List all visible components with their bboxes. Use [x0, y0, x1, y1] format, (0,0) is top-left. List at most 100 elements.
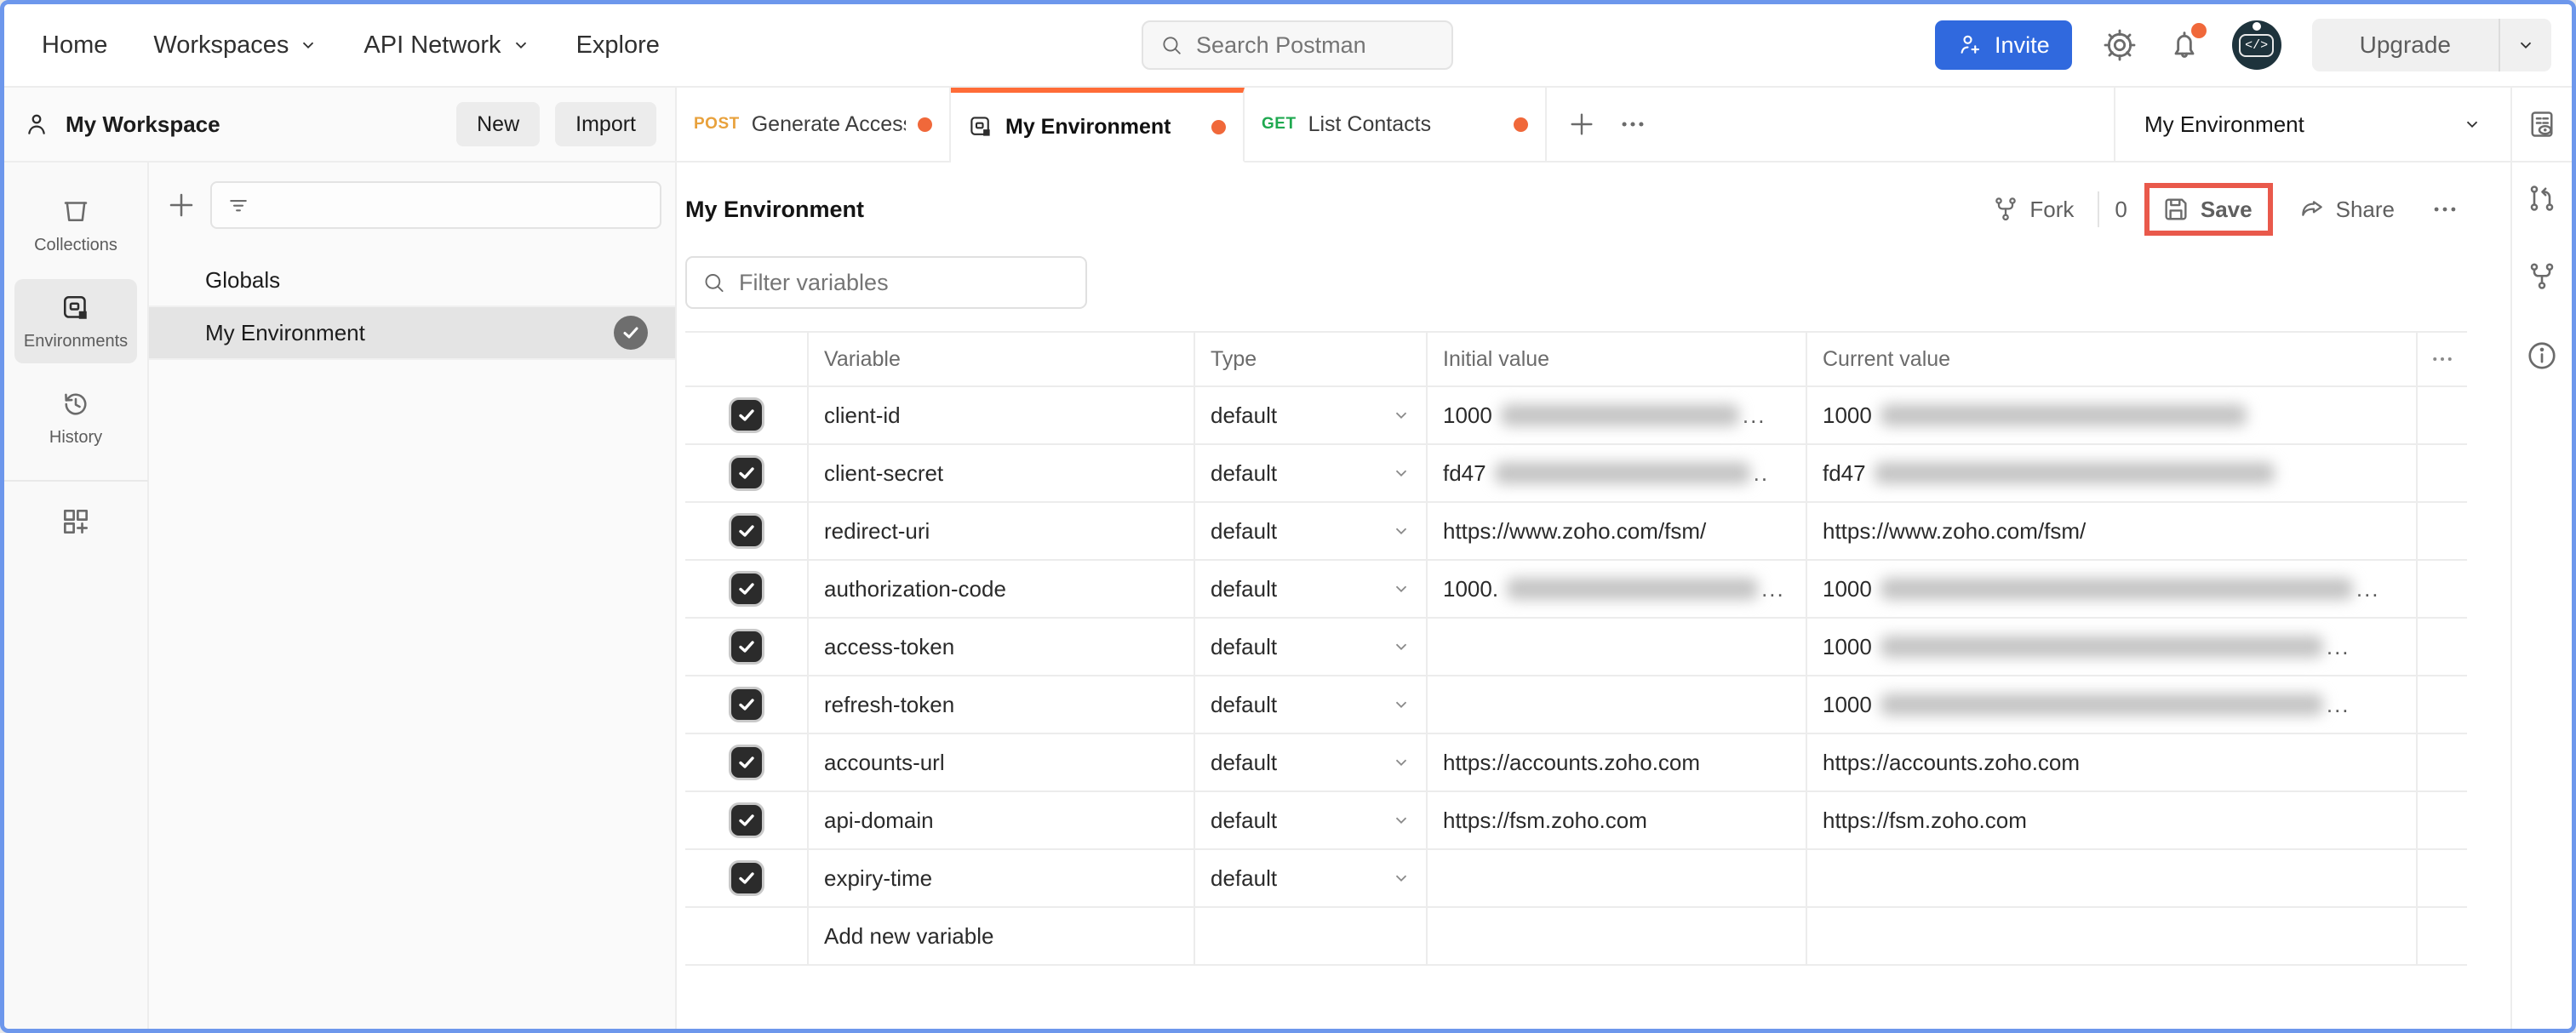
rail-divider	[3, 480, 148, 482]
row-checkbox[interactable]	[731, 631, 762, 662]
variable-type-select[interactable]: default	[1195, 445, 1428, 501]
settings-button[interactable]	[2103, 28, 2137, 62]
forks-button[interactable]	[2527, 261, 2557, 292]
variable-name-cell[interactable]: api-domain	[809, 792, 1195, 848]
sidebar-search[interactable]	[210, 181, 661, 229]
check-icon	[736, 463, 757, 483]
sidebar-item-environments[interactable]: Environments	[14, 279, 137, 363]
initial-value-cell[interactable]: https://www.zoho.com/fsm/	[1428, 503, 1807, 559]
variable-name-cell[interactable]: client-secret	[809, 445, 1195, 501]
avatar[interactable]: </>	[2232, 20, 2281, 70]
filter-variables[interactable]	[685, 256, 1087, 309]
variable-type-select[interactable]: default	[1195, 561, 1428, 617]
variable-type-select[interactable]: default	[1195, 792, 1428, 848]
initial-value-cell[interactable]: 1000...	[1428, 387, 1807, 443]
chevron-down-icon	[512, 36, 530, 54]
row-checkbox[interactable]	[731, 805, 762, 836]
row-options-cell	[2418, 503, 2467, 559]
variable-type-select[interactable]: default	[1195, 734, 1428, 790]
new-tab-button[interactable]	[1567, 110, 1596, 139]
row-checkbox[interactable]	[731, 863, 762, 893]
share-button[interactable]: Share	[2290, 189, 2403, 230]
tab-my-environment[interactable]: My Environment	[951, 88, 1245, 163]
variable-type-select[interactable]: default	[1195, 676, 1428, 733]
table-header-row: Variable Type Initial value Current valu…	[685, 333, 2467, 387]
variable-name-cell[interactable]: client-id	[809, 387, 1195, 443]
environment-selector[interactable]: My Environment	[2114, 88, 2510, 161]
chevron-down-icon	[1392, 579, 1411, 598]
row-checkbox[interactable]	[731, 400, 762, 431]
left-rail: Collections Environments History	[4, 163, 149, 1029]
row-checkbox[interactable]	[731, 747, 762, 778]
tab-options-button[interactable]	[1618, 110, 1647, 139]
columns-options-button[interactable]	[2430, 346, 2455, 372]
current-value-cell[interactable]: https://www.zoho.com/fsm/	[1807, 503, 2418, 559]
initial-value-cell[interactable]	[1428, 619, 1807, 675]
variable-name-cell[interactable]: access-token	[809, 619, 1195, 675]
upgrade-split-button: Upgrade	[2312, 19, 2551, 71]
initial-value-cell[interactable]: https://accounts.zoho.com	[1428, 734, 1807, 790]
variable-type-select[interactable]: default	[1195, 850, 1428, 906]
nav-workspaces[interactable]: Workspaces	[153, 31, 318, 60]
environment-options-button[interactable]	[2430, 195, 2459, 224]
variable-type-select[interactable]: default	[1195, 387, 1428, 443]
add-variable-row[interactable]: Add new variable	[685, 908, 2467, 966]
configure-sidebar-button[interactable]	[60, 505, 92, 538]
notifications-button[interactable]	[2167, 28, 2201, 62]
nav-home[interactable]: Home	[42, 31, 107, 60]
upgrade-button[interactable]: Upgrade	[2312, 19, 2499, 71]
environment-quick-look-button[interactable]	[2527, 109, 2557, 140]
initial-value-cell[interactable]: 1000....	[1428, 561, 1807, 617]
top-right-controls: Invite </> Upgrade	[1935, 19, 2551, 71]
filter-variables-input[interactable]	[739, 270, 1070, 296]
variable-name-cell[interactable]: expiry-time	[809, 850, 1195, 906]
row-checkbox-cell	[685, 503, 809, 559]
current-value-cell[interactable]: 1000...	[1807, 619, 2418, 675]
global-search-input[interactable]	[1196, 32, 1434, 59]
chevron-down-icon	[299, 36, 318, 54]
variable-type-select[interactable]: default	[1195, 619, 1428, 675]
tab-list-contacts[interactable]: GET List Contacts	[1245, 88, 1547, 161]
variable-name-cell[interactable]: redirect-uri	[809, 503, 1195, 559]
row-checkbox[interactable]	[731, 574, 762, 604]
invite-button[interactable]: Invite	[1935, 20, 2072, 70]
nav-api-network[interactable]: API Network	[364, 31, 530, 60]
sidebar-item-history[interactable]: History	[14, 375, 137, 459]
row-checkbox[interactable]	[731, 516, 762, 546]
current-value-cell[interactable]: 1000...	[1807, 676, 2418, 733]
initial-value-cell[interactable]	[1428, 850, 1807, 906]
variable-name-cell[interactable]: refresh-token	[809, 676, 1195, 733]
variable-name-cell[interactable]: accounts-url	[809, 734, 1195, 790]
current-value-cell[interactable]	[1807, 850, 2418, 906]
add-variable-placeholder[interactable]: Add new variable	[809, 908, 1195, 964]
new-button[interactable]: New	[456, 102, 540, 146]
pull-requests-button[interactable]	[2527, 183, 2557, 214]
current-value-cell[interactable]: https://accounts.zoho.com	[1807, 734, 2418, 790]
list-item-globals[interactable]: Globals	[149, 254, 675, 307]
current-value-cell[interactable]: fd47	[1807, 445, 2418, 501]
current-value-cell[interactable]: 1000...	[1807, 561, 2418, 617]
row-checkbox[interactable]	[731, 689, 762, 720]
upgrade-caret-button[interactable]	[2499, 19, 2551, 71]
sidebar-item-collections[interactable]: Collections	[14, 183, 137, 267]
tab-generate-access-token[interactable]: POST Generate Access Toke	[677, 88, 951, 161]
initial-value-cell[interactable]: https://fsm.zoho.com	[1428, 792, 1807, 848]
current-value-cell[interactable]: https://fsm.zoho.com	[1807, 792, 2418, 848]
check-icon	[736, 868, 757, 888]
global-search[interactable]	[1142, 20, 1453, 70]
workspace-title[interactable]: My Workspace	[66, 111, 220, 138]
fork-button[interactable]: Fork	[1984, 189, 2082, 230]
variable-type-select[interactable]: default	[1195, 503, 1428, 559]
initial-value-cell[interactable]: fd47..	[1428, 445, 1807, 501]
import-button[interactable]: Import	[555, 102, 656, 146]
initial-value-cell[interactable]	[1428, 676, 1807, 733]
save-button[interactable]: Save	[2158, 193, 2256, 225]
add-environment-button[interactable]	[166, 190, 197, 220]
environment-editor: My Environment Fork 0 Save Share	[677, 163, 2510, 1029]
list-item-my-environment[interactable]: My Environment	[149, 307, 675, 360]
current-value-cell[interactable]: 1000	[1807, 387, 2418, 443]
info-button[interactable]	[2526, 340, 2558, 372]
nav-explore[interactable]: Explore	[576, 31, 660, 60]
variable-name-cell[interactable]: authorization-code	[809, 561, 1195, 617]
row-checkbox[interactable]	[731, 458, 762, 488]
